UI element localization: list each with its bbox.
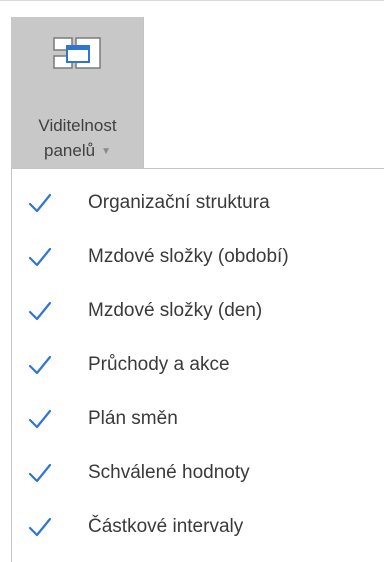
menu-item-pruchody-a-akce[interactable]: Průchody a akce <box>12 338 384 392</box>
checkmark-icon <box>28 463 52 483</box>
checkmark-icon <box>28 517 52 537</box>
menu-item-label: Schválené hodnoty <box>88 462 250 483</box>
panel-visibility-button[interactable]: Viditelnost panelů ▼ <box>11 17 144 169</box>
checkmark-icon <box>28 301 52 321</box>
menu-item-label: Průchody a akce <box>88 354 230 375</box>
panel-visibility-menu: Organizační struktura Mzdové složky (obd… <box>11 168 384 562</box>
menu-item-organizacni-struktura[interactable]: Organizační struktura <box>12 176 384 230</box>
checkmark-icon <box>28 193 52 213</box>
checkmark-icon <box>28 355 52 375</box>
panel-visibility-label-line2-text: panelů <box>44 141 96 160</box>
ribbon: Viditelnost panelů ▼ <box>0 0 384 169</box>
checkmark-icon <box>28 247 52 267</box>
checkmark-icon <box>28 409 52 429</box>
menu-item-castkove-intervaly[interactable]: Částkové intervaly <box>12 500 384 554</box>
menu-item-plan-smen[interactable]: Plán směn <box>12 392 384 446</box>
menu-item-label: Částkové intervaly <box>88 516 244 537</box>
menu-item-mzdove-slozky-den[interactable]: Mzdové složky (den) <box>12 284 384 338</box>
panel-visibility-label-line1: Viditelnost <box>38 116 117 135</box>
menu-item-schvalene-hodnoty[interactable]: Schválené hodnoty <box>12 446 384 500</box>
menu-item-mzdove-slozky-obdobi[interactable]: Mzdové složky (období) <box>12 230 384 284</box>
dropdown-caret-icon: ▼ <box>101 145 111 157</box>
panels-visibility-icon <box>53 37 101 69</box>
menu-item-label: Organizační struktura <box>88 192 270 213</box>
menu-item-label: Plán směn <box>88 408 178 429</box>
panel-visibility-label-line2: panelů ▼ <box>11 139 144 164</box>
menu-item-label: Mzdové složky (období) <box>88 246 289 267</box>
menu-item-label: Mzdové složky (den) <box>88 300 263 321</box>
